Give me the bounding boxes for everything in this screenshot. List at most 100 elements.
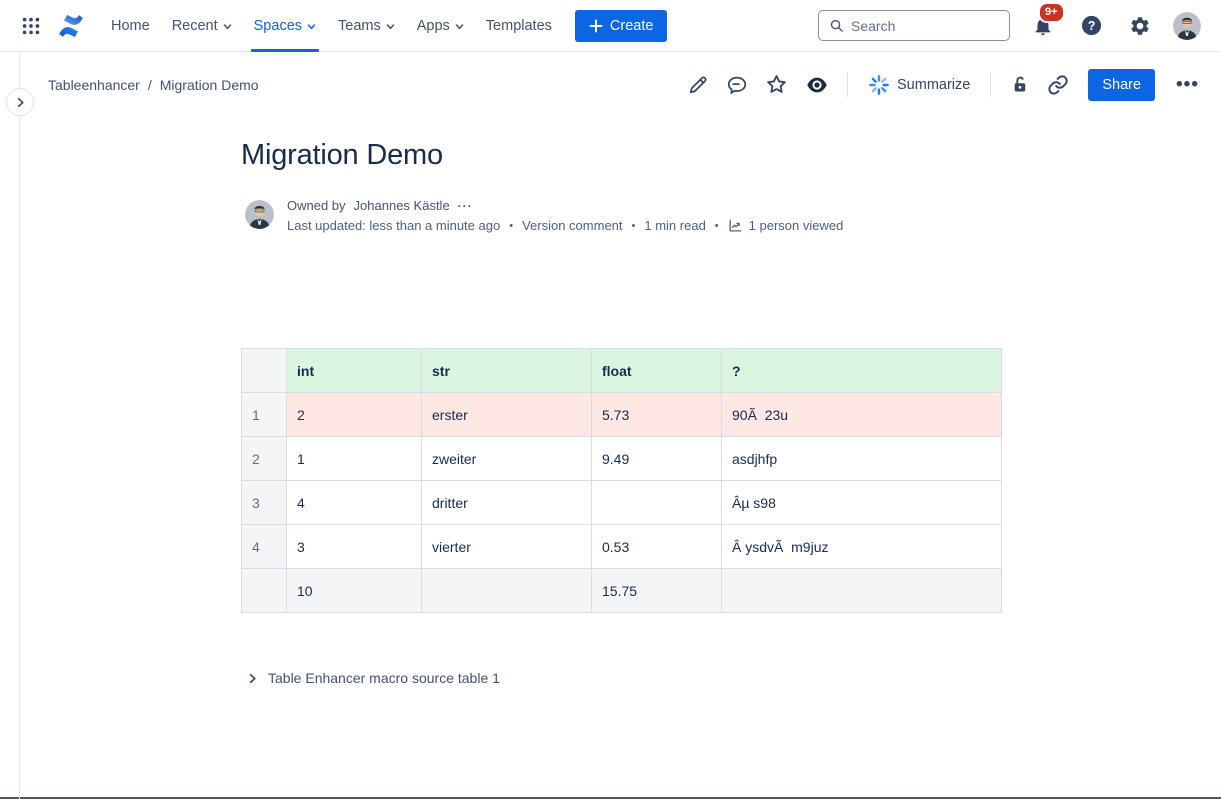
row-number-cell: 1 bbox=[242, 393, 287, 437]
nav-item-label: Spaces bbox=[254, 18, 302, 34]
notifications-button[interactable]: 9+ bbox=[1028, 11, 1058, 41]
topbar-right-cluster: 9+ ? bbox=[818, 10, 1201, 41]
owner-more-button[interactable]: ··· bbox=[458, 199, 473, 213]
nav-item-spaces[interactable]: Spaces bbox=[243, 0, 327, 52]
summarize-button[interactable]: Summarize bbox=[862, 70, 976, 100]
more-horizontal-icon: ••• bbox=[1176, 74, 1199, 95]
nav-item-label: Teams bbox=[338, 18, 381, 34]
star-button[interactable] bbox=[761, 69, 792, 100]
link-icon bbox=[1047, 74, 1069, 96]
notification-badge: 9+ bbox=[1038, 2, 1065, 23]
page-actions: Summarize Share ••• bbox=[683, 69, 1205, 101]
read-time-label: 1 min read bbox=[644, 218, 705, 233]
confluence-logo-icon[interactable] bbox=[56, 11, 86, 41]
table-cell: dritter bbox=[422, 481, 592, 525]
comment-button[interactable] bbox=[722, 70, 752, 100]
table-header-row: intstrfloat? bbox=[242, 349, 1002, 393]
table-cell: 9.49 bbox=[592, 437, 722, 481]
owner-avatar[interactable] bbox=[245, 200, 274, 229]
user-avatar[interactable] bbox=[1173, 12, 1201, 40]
settings-button[interactable] bbox=[1125, 11, 1155, 41]
pencil-icon bbox=[687, 74, 709, 96]
search-input[interactable] bbox=[851, 18, 999, 34]
primary-nav: Home Recent Spaces Teams Apps Templates bbox=[100, 0, 563, 52]
column-header-str[interactable]: str bbox=[422, 349, 592, 393]
column-header-[interactable]: ? bbox=[722, 349, 1002, 393]
breadcrumb-separator: / bbox=[148, 77, 152, 93]
chart-icon bbox=[728, 218, 743, 233]
chevron-right-icon bbox=[247, 673, 258, 684]
share-button[interactable]: Share bbox=[1088, 69, 1155, 101]
copy-link-button[interactable] bbox=[1043, 70, 1073, 100]
dot-separator: • bbox=[632, 220, 636, 232]
table-cell: 4 bbox=[287, 481, 422, 525]
column-header-int[interactable]: int bbox=[287, 349, 422, 393]
table-cell: vierter bbox=[422, 525, 592, 569]
app-grid-icon bbox=[20, 15, 42, 37]
table-cell: 0.53 bbox=[592, 525, 722, 569]
chevron-down-icon bbox=[455, 22, 464, 31]
toolbar-divider bbox=[990, 73, 991, 97]
breadcrumb-space-link[interactable]: Tableenhancer bbox=[48, 77, 140, 93]
nav-item-label: Templates bbox=[486, 18, 552, 34]
table-cell: erster bbox=[422, 393, 592, 437]
table-container: intstrfloat?12erster5.7390Ã 23u21zweiter… bbox=[241, 348, 1001, 613]
nav-item-apps[interactable]: Apps bbox=[406, 0, 475, 52]
create-button[interactable]: Create bbox=[575, 10, 668, 42]
expander-label: Table Enhancer macro source table 1 bbox=[268, 670, 500, 686]
byline-text: Owned by Johannes Kästle ··· Last update… bbox=[287, 198, 843, 233]
collapsed-sidebar-edge bbox=[19, 52, 20, 799]
breadcrumb-page-link[interactable]: Migration Demo bbox=[160, 77, 259, 93]
watch-button[interactable] bbox=[801, 69, 833, 101]
create-button-label: Create bbox=[610, 18, 654, 34]
data-table: intstrfloat?12erster5.7390Ã 23u21zweiter… bbox=[241, 348, 1002, 613]
chevron-down-icon bbox=[223, 22, 232, 31]
nav-item-label: Recent bbox=[172, 18, 218, 34]
plus-icon bbox=[589, 19, 603, 33]
more-horizontal-icon: ··· bbox=[458, 199, 473, 213]
version-comment-link[interactable]: Version comment bbox=[522, 218, 622, 233]
app-switcher-button[interactable] bbox=[16, 11, 46, 41]
row-number-cell: 2 bbox=[242, 437, 287, 481]
svg-text:?: ? bbox=[1088, 19, 1096, 33]
nav-item-home[interactable]: Home bbox=[100, 0, 161, 52]
edit-button[interactable] bbox=[683, 70, 713, 100]
chevron-down-icon bbox=[307, 22, 316, 31]
restrictions-button[interactable] bbox=[1005, 70, 1034, 99]
table-cell: asdjhfp bbox=[722, 437, 1002, 481]
nav-item-templates[interactable]: Templates bbox=[475, 0, 563, 52]
dot-separator: • bbox=[715, 220, 719, 232]
column-header-float[interactable]: float bbox=[592, 349, 722, 393]
nav-item-teams[interactable]: Teams bbox=[327, 0, 406, 52]
sparkle-icon bbox=[868, 74, 890, 96]
table-row: 34dritterÂµ s98 bbox=[242, 481, 1002, 525]
search-box[interactable] bbox=[818, 10, 1010, 41]
table-row: 43vierter0.53Â ysdvÃ m9juz bbox=[242, 525, 1002, 569]
nav-item-recent[interactable]: Recent bbox=[161, 0, 243, 52]
dot-separator: • bbox=[509, 220, 513, 232]
table-footer-cell: 15.75 bbox=[592, 569, 722, 613]
help-button[interactable]: ? bbox=[1076, 10, 1107, 41]
last-updated-link[interactable]: Last updated: less than a minute ago bbox=[287, 218, 500, 233]
byline: Owned by Johannes Kästle ··· Last update… bbox=[241, 198, 1001, 233]
analytics-button[interactable]: 1 person viewed bbox=[728, 218, 844, 233]
gear-icon bbox=[1129, 15, 1151, 37]
unlock-icon bbox=[1009, 74, 1030, 95]
people-viewed-label: 1 person viewed bbox=[749, 218, 844, 233]
more-actions-button[interactable]: ••• bbox=[1170, 72, 1205, 98]
row-number-header bbox=[242, 349, 287, 393]
table-footer-cell bbox=[422, 569, 592, 613]
table-footer-cell bbox=[722, 569, 1002, 613]
page-content: Migration Demo Owned by Johannes Kästle … bbox=[241, 139, 1001, 686]
table-row: 12erster5.7390Ã 23u bbox=[242, 393, 1002, 437]
comment-icon bbox=[726, 74, 748, 96]
expand-sidebar-button[interactable] bbox=[6, 88, 34, 116]
macro-source-expander[interactable]: Table Enhancer macro source table 1 bbox=[241, 670, 1001, 686]
table-cell: Â ysdvÃ m9juz bbox=[722, 525, 1002, 569]
page-title: Migration Demo bbox=[241, 139, 1001, 172]
owner-link[interactable]: Johannes Kästle bbox=[354, 198, 450, 213]
table-footer-cell: 10 bbox=[287, 569, 422, 613]
table-cell: 90Ã 23u bbox=[722, 393, 1002, 437]
question-circle-icon: ? bbox=[1080, 14, 1103, 37]
table-cell: 5.73 bbox=[592, 393, 722, 437]
